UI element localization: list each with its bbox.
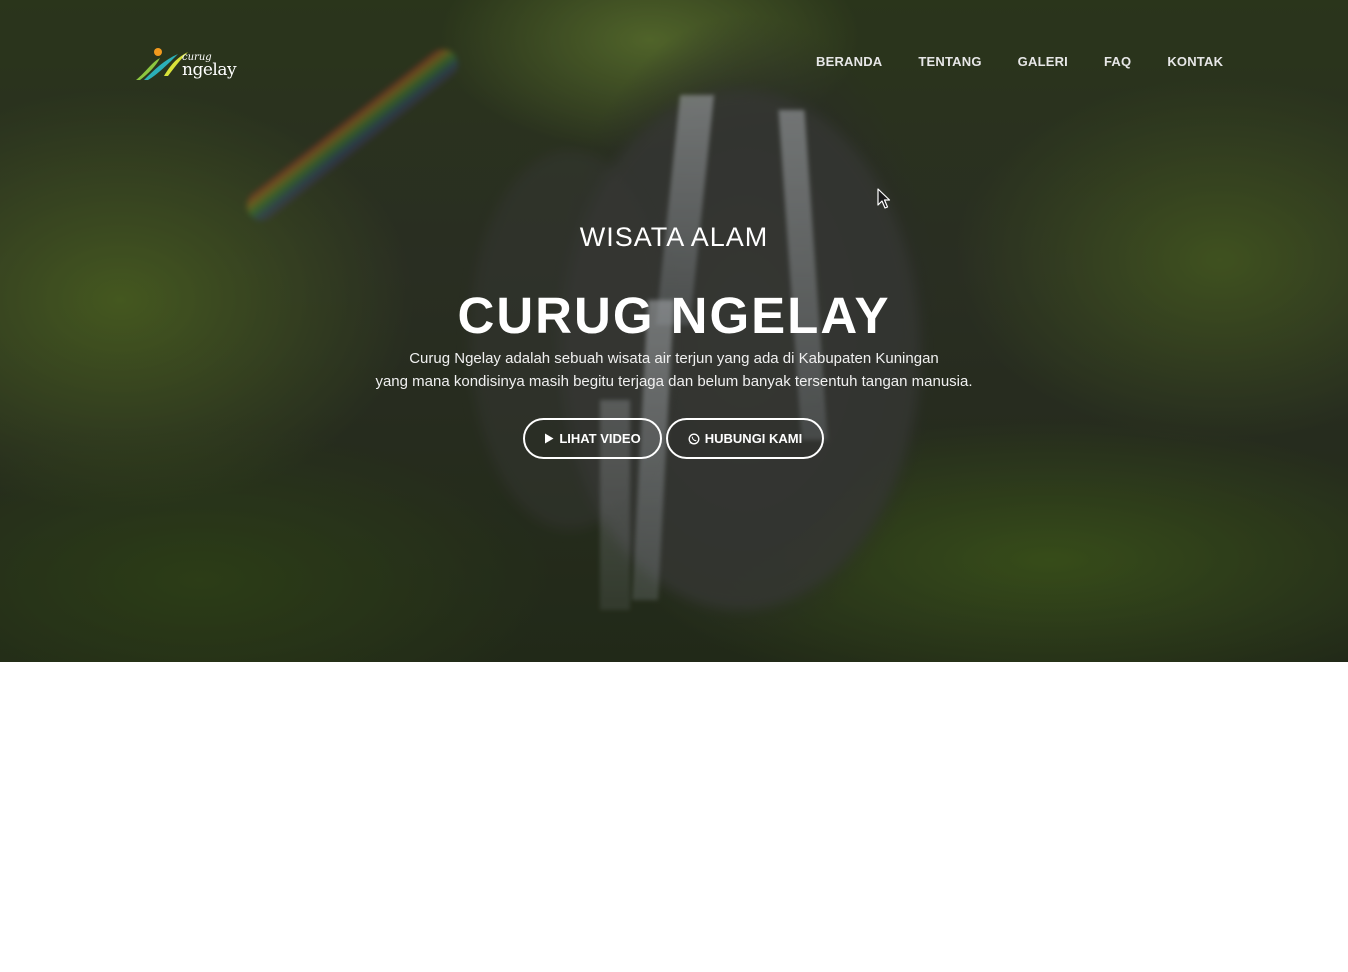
nav-item-kontak[interactable]: KONTAK — [1167, 54, 1223, 72]
whatsapp-icon — [688, 433, 700, 445]
play-icon — [544, 433, 554, 444]
contact-us-button[interactable]: HUBUNGI KAMI — [666, 418, 824, 459]
content-section — [0, 662, 1348, 972]
hero-title: CURUG NGELAY — [457, 287, 891, 344]
mouse-cursor-icon — [877, 188, 891, 209]
logo-text-main: ngelay — [182, 60, 237, 80]
nav-item-galeri[interactable]: GALERI — [1018, 54, 1068, 72]
hero-section: curug ngelay BERANDA TENTANG GALERI FAQ … — [0, 0, 1348, 662]
contact-us-label: HUBUNGI KAMI — [704, 431, 803, 446]
nav-item-tentang[interactable]: TENTANG — [918, 54, 981, 72]
hero-eyebrow: WISATA ALAM — [579, 222, 769, 252]
watch-video-label: LIHAT VIDEO — [559, 431, 641, 446]
hero-description-line-1: Curug Ngelay adalah sebuah wisata air te… — [409, 350, 939, 367]
nav-item-beranda[interactable]: BERANDA — [816, 54, 882, 72]
hero-description-line-2: yang mana kondisinya masih begitu terjag… — [375, 373, 973, 390]
main-nav: BERANDA TENTANG GALERI FAQ KONTAK — [816, 54, 1223, 72]
site-logo[interactable]: curug ngelay — [134, 44, 238, 84]
watch-video-button[interactable]: LIHAT VIDEO — [523, 418, 662, 459]
hero-description: Curug Ngelay adalah sebuah wisata air te… — [0, 347, 1348, 393]
nav-item-faq[interactable]: FAQ — [1104, 54, 1131, 72]
